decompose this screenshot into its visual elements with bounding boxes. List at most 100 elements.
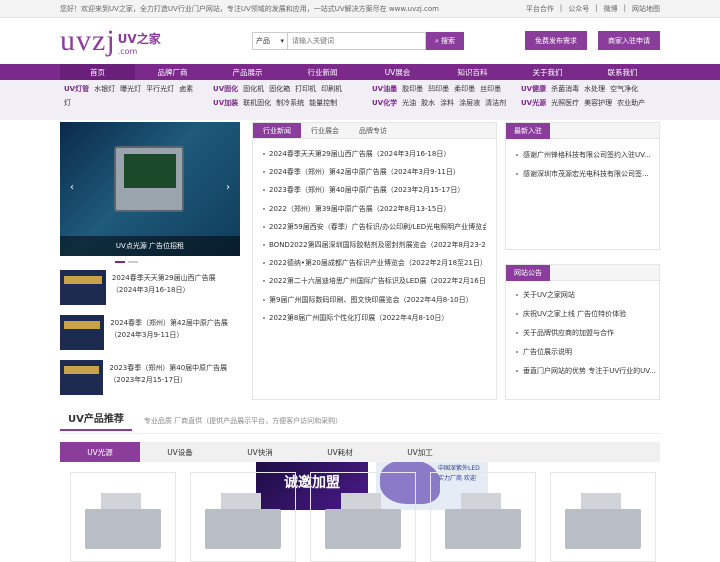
category-heading[interactable]: UV光源 [521,98,546,108]
category-link[interactable]: 胶印墨 [402,84,423,94]
logo-cn: UV之家 [117,32,161,46]
tab-uv-equipment[interactable]: UV设备 [140,442,220,462]
category-link[interactable]: 打印机 [295,84,316,94]
site-logo[interactable]: uvzj UV之家 .com [60,24,161,57]
list-item[interactable]: BOND2022第四届深圳国际胶粘剂及密封剂展览会（2022年8月23-25日） [263,236,486,254]
chevron-right-icon[interactable]: › [226,182,230,193]
product-image[interactable] [550,472,656,562]
category-heading[interactable]: UV加装 [213,98,238,108]
nav-news[interactable]: 行业新闻 [285,64,360,80]
category-link[interactable]: 杀菌消毒 [551,84,579,94]
category-link[interactable]: 固化箱 [269,84,290,94]
tab-expo[interactable]: 行业展会 [301,123,349,138]
list-item[interactable]: 关于UV之家网站 [506,285,659,304]
category-link[interactable]: 美容护理 [584,98,612,108]
list-item[interactable]: 2024春季天天第29届山西广告展（2024年3月16-18日） [263,145,486,163]
category-heading[interactable]: UV化学 [372,98,397,108]
category-link[interactable]: 卤素 [179,84,193,94]
category-link[interactable]: 印刷机 [321,84,342,94]
slider-dot[interactable] [115,261,125,263]
category-link[interactable]: 涂层液 [459,98,480,108]
banner-slider[interactable]: ‹ › UV点光源 广告位招租 [60,122,240,256]
category-link[interactable]: 涂料 [440,98,454,108]
category-heading[interactable]: UV灯管 [64,84,89,94]
category-link[interactable]: 清洁剂 [485,98,506,108]
nav-wiki[interactable]: 知识百科 [435,64,510,80]
top-link[interactable]: 公众号 [568,4,589,14]
category-link[interactable]: 能量控制 [309,98,337,108]
category-heading[interactable]: UV健康 [521,84,546,94]
category-link[interactable]: 水处理 [584,84,605,94]
tab-uv-processing[interactable]: UV加工 [380,442,460,462]
list-item[interactable]: 2023春季（郑州）第40届中原广告展（2023年2月15-17日） [60,360,240,400]
list-item[interactable]: 2023春季（郑州）第40届中原广告展（2023年2月15-17日） [263,181,486,199]
product-image[interactable] [310,472,416,562]
category-heading[interactable]: UV油墨 [372,84,397,94]
category-link[interactable]: 光油 [402,98,416,108]
product-image[interactable] [190,472,296,562]
list-item[interactable]: 2022德纳•第20届成都广告标识产业博览会（2022年2月18至21日） [263,254,486,272]
product-image[interactable] [70,472,176,562]
category-link[interactable]: 灯 [64,98,71,108]
category-link[interactable]: 曝光灯 [120,84,141,94]
news-title[interactable]: 2024春季天天第29届山西广告展（2024年3月16-18日） [112,270,240,310]
list-item[interactable]: 2024春季（郑州）第42届中原广告展（2024年3月9-11日） [60,315,240,355]
search-button[interactable]: ⌕ 搜索 [426,32,464,50]
list-item[interactable]: 感谢广州锋格科技有限公司签约入驻UV... [506,145,659,164]
notice-title: 网站公告 [506,264,550,281]
list-item[interactable]: 垂直门户网站的优势 专注于UV行业的UV... [506,361,659,380]
news-title[interactable]: 2024春季（郑州）第42届中原广告展（2024年3月9-11日） [110,315,240,355]
news-thumbnail [60,315,105,350]
category-link[interactable]: 联机固化 [243,98,271,108]
search-category-select[interactable]: 产品 ▾ [252,32,288,50]
nav-home[interactable]: 首页 [60,64,135,80]
tab-brand-interview[interactable]: 品牌专访 [349,123,397,138]
category-group: UV固化 固化机 固化箱 打印机 印刷机 UV加装 联机固化 制冷系统 能量控制 [213,84,362,120]
list-item[interactable]: 2022第二十六届迪培思广州国际广告标识及LED展（2022年2月16日-18.… [263,272,486,290]
tab-uv-light[interactable]: UV光源 [60,442,140,462]
category-link[interactable]: 固化机 [243,84,264,94]
news-title[interactable]: 2023春季（郑州）第40届中原广告展（2023年2月15-17日） [109,360,240,400]
nav-contact[interactable]: 联系我们 [585,64,660,80]
post-demand-button[interactable]: 免费发布需求 [525,31,587,50]
category-link[interactable]: 空气净化 [610,84,638,94]
list-item[interactable]: 2022第8届广州国际个性化打印展（2022年4月8-10日） [263,309,486,327]
category-link[interactable]: 水银灯 [94,84,115,94]
news-list: 2024春季天天第29届山西广告展（2024年3月16-18日） 2024春季（… [253,139,496,327]
top-link[interactable]: 平台合作 [526,4,554,14]
category-link[interactable]: 凹印墨 [428,84,449,94]
top-link[interactable]: 微博 [604,4,618,14]
slider-dot[interactable] [128,261,138,263]
chevron-left-icon[interactable]: ‹ [70,182,74,193]
news-tab-panel: 行业新闻 行业展会 品牌专访 2024春季天天第29届山西广告展（2024年3月… [252,122,497,400]
category-link[interactable]: 光照医疗 [551,98,579,108]
list-item[interactable]: 关于品牌供应商的加盟与合作 [506,323,659,342]
list-item[interactable]: 广告位展示说明 [506,342,659,361]
list-item[interactable]: 2024春季（郑州）第42届中原广告展（2024年3月9-11日） [263,163,486,181]
nav-expo[interactable]: UV展会 [360,64,435,80]
nav-about[interactable]: 关于我们 [510,64,585,80]
logo-text: uvzj [60,24,116,57]
list-item[interactable]: 2024春季天天第29届山西广告展（2024年3月16-18日） [60,270,240,310]
category-link[interactable]: 柔印墨 [454,84,475,94]
product-image[interactable] [430,472,536,562]
top-link[interactable]: 网站地图 [632,4,660,14]
list-item[interactable]: 2022（郑州）第39届中原广告展（2022年8月13-15日） [263,200,486,218]
category-link[interactable]: 农业助产 [617,98,645,108]
category-link[interactable]: 丝印墨 [480,84,501,94]
category-link[interactable]: 平行光灯 [146,84,174,94]
category-link[interactable]: 制冷系统 [276,98,304,108]
tab-uv-fast[interactable]: UV快消 [220,442,300,462]
merchant-join-button[interactable]: 商家入驻申请 [598,31,660,50]
list-item[interactable]: 感谢深圳市茂源宏光电科技有限公司签... [506,164,659,183]
list-item[interactable]: 2022第59届西安（春季）广告标识/办公印刷/LED光电照明产业博览会... [263,218,486,236]
list-item[interactable]: 庆祝UV之家上线 广告位特价体验 [506,304,659,323]
list-item[interactable]: 第9届广州国际数码印刷、图文快印展览会（2022年4月8-10日） [263,291,486,309]
search-input[interactable] [288,32,426,50]
category-link[interactable]: 胶水 [421,98,435,108]
category-heading[interactable]: UV固化 [213,84,238,94]
nav-brands[interactable]: 品牌厂商 [135,64,210,80]
tab-uv-consumables[interactable]: UV耗材 [300,442,380,462]
tab-industry-news[interactable]: 行业新闻 [253,123,301,138]
nav-products[interactable]: 产品展示 [210,64,285,80]
